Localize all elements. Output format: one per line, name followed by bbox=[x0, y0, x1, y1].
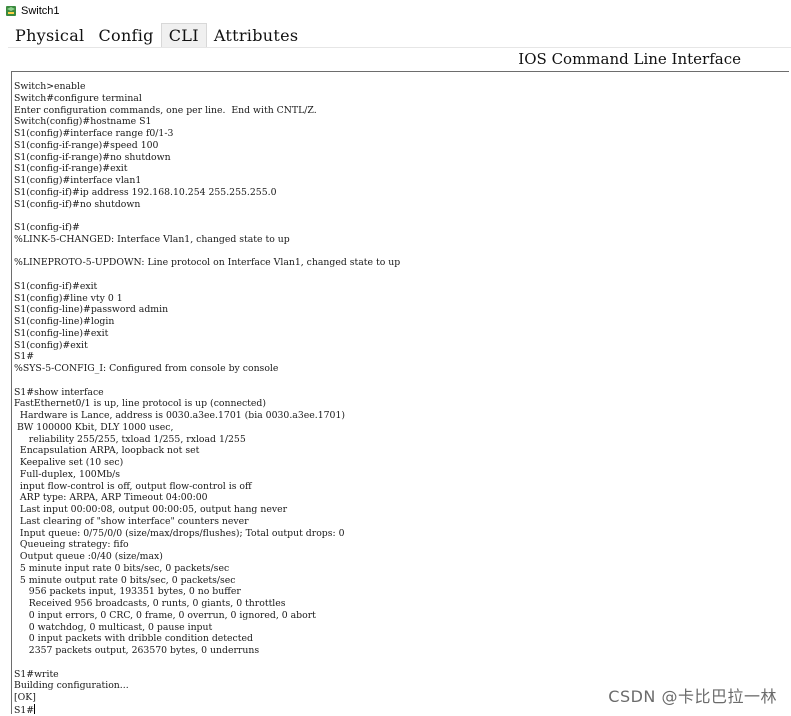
watermark: CSDN @卡比巴拉一林 bbox=[608, 687, 777, 706]
console-line: FastEthernet0/1 is up, line protocol is … bbox=[14, 398, 266, 410]
text-cursor bbox=[34, 703, 36, 714]
tab-divider bbox=[8, 47, 791, 48]
console-line: 2357 packets output, 263570 bytes, 0 und… bbox=[14, 645, 260, 656]
console-line: %LINK-5-CHANGED: Interface Vlan1, change… bbox=[14, 233, 290, 245]
switch-app-icon bbox=[6, 6, 16, 16]
console-line: Last input 00:00:08, output 00:00:05, ou… bbox=[14, 504, 288, 515]
console-line: Last clearing of "show interface" counte… bbox=[14, 515, 249, 527]
console-line: 5 minute input rate 0 bits/sec, 0 packet… bbox=[14, 562, 230, 574]
console-line: S1# bbox=[14, 351, 35, 363]
console-line: S1(config)#interface vlan1 bbox=[14, 175, 142, 186]
console-line: S1(config-if)#no shutdown bbox=[14, 198, 141, 210]
console-line: S1(config)#line vty 0 1 bbox=[14, 292, 123, 304]
console-line: reliability 255/255, txload 1/255, rxloa… bbox=[14, 433, 246, 445]
console-line: Queueing strategy: fifo bbox=[14, 539, 129, 551]
console-line: BW 100000 Kbit, DLY 1000 usec, bbox=[14, 421, 174, 433]
console-line: S1(config-if)# bbox=[14, 222, 80, 233]
cli-console[interactable]: Switch>enable Switch#configure terminal En… bbox=[11, 71, 789, 714]
console-line: input flow-control is off, output flow-c… bbox=[14, 480, 252, 492]
console-line: Input queue: 0/75/0/0 (size/max/drops/fl… bbox=[14, 527, 345, 539]
console-line: Hardware is Lance, address is 0030.a3ee.… bbox=[14, 410, 345, 421]
console-line: Enter configuration commands, one per li… bbox=[14, 104, 317, 116]
console-line: S1(config)#interface range f0/1-3 bbox=[14, 128, 174, 139]
console-line: 0 watchdog, 0 multicast, 0 pause input bbox=[14, 621, 213, 633]
console-line: S1(config-if-range)#exit bbox=[14, 163, 128, 175]
console-line: Switch>enable bbox=[14, 81, 86, 92]
console-line: S1(config-if-range)#speed 100 bbox=[14, 139, 159, 151]
console-line: 5 minute output rate 0 bits/sec, 0 packe… bbox=[14, 574, 236, 586]
console-line: Full-duplex, 100Mb/s bbox=[14, 468, 121, 480]
console-line: Encapsulation ARPA, loopback not set bbox=[14, 445, 200, 457]
console-line: Received 956 broadcasts, 0 runts, 0 gian… bbox=[14, 598, 286, 609]
console-line: S1(config-line)#login bbox=[14, 316, 115, 327]
console-line: S1(config)#exit bbox=[14, 339, 88, 351]
console-line: S1(config-if)#ip address 192.168.10.254 … bbox=[14, 186, 277, 198]
tab-attributes[interactable]: Attributes bbox=[207, 24, 306, 48]
console-line: S1(config-if)#exit bbox=[14, 280, 98, 292]
window-titlebar: Switch1 bbox=[0, 0, 791, 22]
console-line: ARP type: ARPA, ARP Timeout 04:00:00 bbox=[14, 492, 208, 504]
console-line: %SYS-5-CONFIG_I: Configured from console… bbox=[14, 363, 279, 374]
console-line: 0 input errors, 0 CRC, 0 frame, 0 overru… bbox=[14, 609, 316, 621]
console-line: S1(config-if-range)#no shutdown bbox=[14, 151, 171, 163]
console-line: S1(config-line)#exit bbox=[14, 327, 109, 339]
tab-bar: Physical Config CLI Attributes bbox=[8, 23, 791, 48]
window-title: Switch1 bbox=[21, 5, 60, 17]
console-line: 956 packets input, 193351 bytes, 0 no bu… bbox=[14, 586, 241, 598]
console-line: S1#write bbox=[14, 668, 59, 680]
tab-config[interactable]: Config bbox=[91, 24, 160, 48]
console-line: Output queue :0/40 (size/max) bbox=[14, 551, 163, 562]
console-line: Keepalive set (10 sec) bbox=[14, 457, 124, 468]
console-line: S1(config-line)#password admin bbox=[14, 304, 169, 316]
console-line: 0 input packets with dribble condition d… bbox=[14, 633, 253, 645]
console-line: Switch#configure terminal bbox=[14, 92, 142, 104]
tab-cli[interactable]: CLI bbox=[160, 23, 207, 48]
console-line: S1#show interface bbox=[14, 386, 104, 398]
cli-header: IOS Command Line Interface bbox=[518, 50, 741, 68]
tab-physical[interactable]: Physical bbox=[8, 24, 91, 48]
console-line: %LINEPROTO-5-UPDOWN: Line protocol on In… bbox=[14, 257, 401, 269]
console-line: Switch(config)#hostname S1 bbox=[14, 116, 152, 128]
